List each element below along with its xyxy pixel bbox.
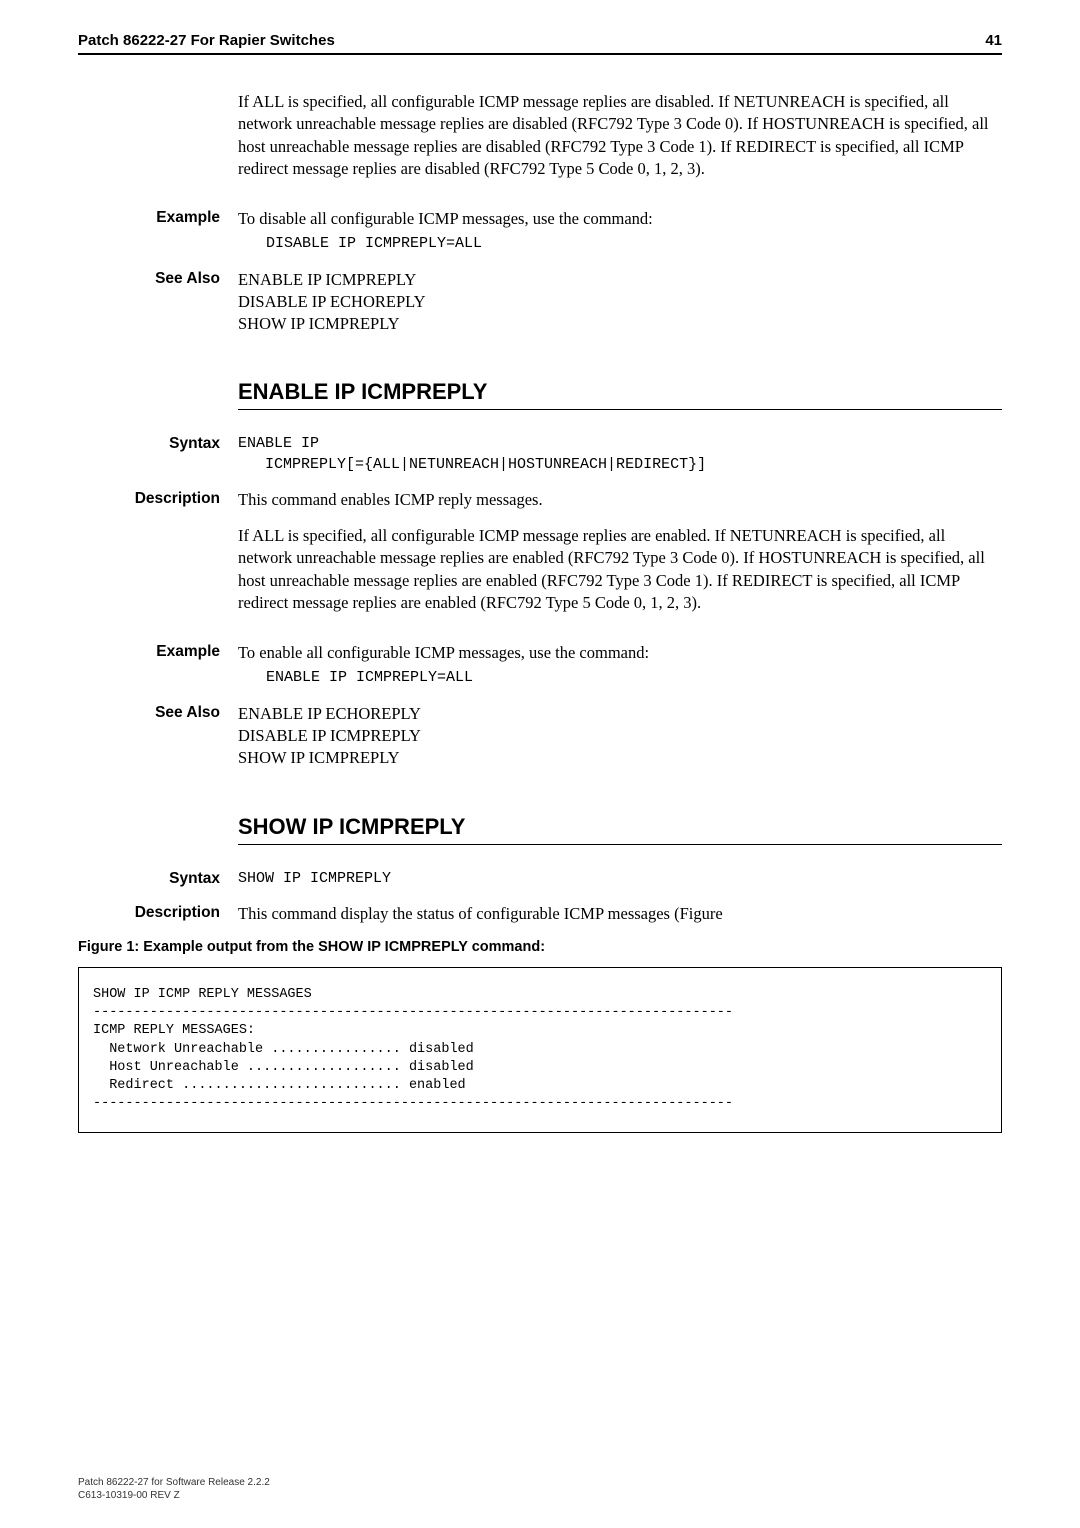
show-heading: SHOW IP ICMPREPLY [238, 814, 1002, 845]
disable-example-cmd: DISABLE IP ICMPREPLY=ALL [266, 234, 1002, 254]
header-title: Patch 86222-27 For Rapier Switches [78, 32, 335, 49]
show-description: This command display the status of confi… [238, 903, 1002, 925]
see-also-item: ENABLE IP ICMPREPLY [238, 269, 1002, 291]
empty-label [78, 91, 238, 194]
see-also-item: SHOW IP ICMPREPLY [238, 747, 1002, 769]
show-syntax: SHOW IP ICMPREPLY [238, 869, 1002, 889]
enable-heading: ENABLE IP ICMPREPLY [238, 379, 1002, 410]
enable-description: This command enables ICMP reply messages… [238, 489, 1002, 628]
page-footer: Patch 86222-27 for Software Release 2.2.… [78, 1476, 270, 1502]
footer-line-2: C613-10319-00 REV Z [78, 1489, 270, 1502]
example-label: Example [78, 208, 238, 255]
intro-paragraph: If ALL is specified, all configurable IC… [238, 91, 1002, 180]
see-also-label: See Also [78, 269, 238, 336]
enable-example-desc: To enable all configurable ICMP messages… [238, 642, 1002, 664]
enable-see-also: ENABLE IP ECHOREPLY DISABLE IP ICMPREPLY… [238, 703, 1002, 770]
enable-example: To enable all configurable ICMP messages… [238, 642, 1002, 689]
disable-see-also: ENABLE IP ICMPREPLY DISABLE IP ECHOREPLY… [238, 269, 1002, 336]
enable-example-cmd: ENABLE IP ICMPREPLY=ALL [266, 668, 1002, 688]
page-number: 41 [985, 32, 1002, 49]
example-label: Example [78, 642, 238, 689]
description-label: Description [78, 903, 238, 925]
syntax-line: ENABLE IP [238, 435, 319, 452]
syntax-line: ICMPREPLY[={ALL|NETUNREACH|HOSTUNREACH|R… [238, 456, 706, 473]
see-also-item: ENABLE IP ECHOREPLY [238, 703, 1002, 725]
see-also-item: DISABLE IP ICMPREPLY [238, 725, 1002, 747]
syntax-label: Syntax [78, 434, 238, 475]
disable-example-desc: To disable all configurable ICMP message… [238, 208, 1002, 230]
syntax-label: Syntax [78, 869, 238, 889]
figure-caption: Figure 1: Example output from the SHOW I… [78, 939, 1002, 955]
see-also-item: SHOW IP ICMPREPLY [238, 313, 1002, 335]
code-output-box: SHOW IP ICMP REPLY MESSAGES ------------… [78, 967, 1002, 1133]
enable-desc-short: This command enables ICMP reply messages… [238, 489, 1002, 511]
description-label: Description [78, 489, 238, 628]
page-header: Patch 86222-27 For Rapier Switches 41 [78, 32, 1002, 55]
disable-example-text: To disable all configurable ICMP message… [238, 208, 1002, 255]
enable-desc-long: If ALL is specified, all configurable IC… [238, 525, 1002, 614]
see-also-label: See Also [78, 703, 238, 770]
see-also-item: DISABLE IP ECHOREPLY [238, 291, 1002, 313]
enable-syntax: ENABLE IP ICMPREPLY[={ALL|NETUNREACH|HOS… [238, 434, 1002, 475]
footer-line-1: Patch 86222-27 for Software Release 2.2.… [78, 1476, 270, 1489]
